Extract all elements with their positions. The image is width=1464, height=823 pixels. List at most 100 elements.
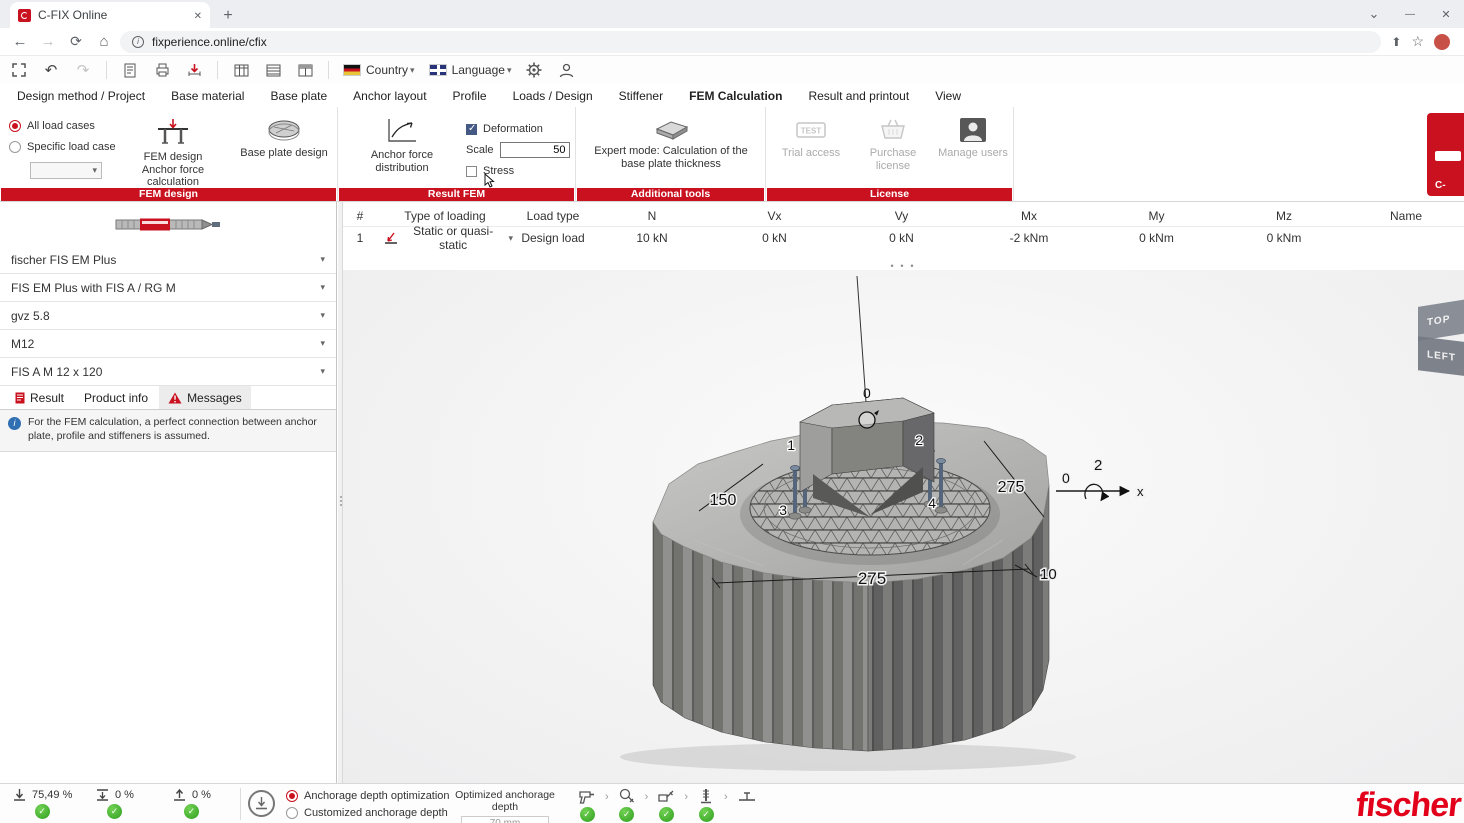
anchor-force-distribution-button[interactable]: Anchor force distribution: [344, 117, 460, 174]
reload-button[interactable]: [64, 30, 88, 54]
trial-access-button[interactable]: TEST Trial access: [774, 117, 848, 160]
manage-users-button[interactable]: Manage users: [938, 117, 1008, 160]
settings-gear-icon[interactable]: [525, 59, 543, 81]
select-size[interactable]: M12: [0, 330, 336, 358]
new-tab-button[interactable]: [216, 4, 240, 28]
share-icon[interactable]: [1391, 35, 1401, 49]
radio-icon[interactable]: [9, 120, 21, 132]
radio-icon[interactable]: [9, 141, 21, 153]
tab-stiffener[interactable]: Stiffener: [606, 84, 676, 107]
tab-fem-calculation[interactable]: FEM Calculation: [676, 84, 795, 107]
report-icon[interactable]: [121, 59, 139, 81]
deformation-checkbox[interactable]: Deformation: [466, 123, 570, 135]
ribbon-section-license: TEST Trial access Purchase license Manag…: [766, 107, 1014, 202]
tab-profile[interactable]: Profile: [440, 84, 500, 107]
select-product-family[interactable]: fischer FIS EM Plus: [0, 246, 336, 274]
cell-type: Static or quasi-static: [403, 224, 504, 252]
type-of-loading-select[interactable]: Static or quasi-static: [377, 224, 513, 252]
radio-icon[interactable]: [286, 790, 298, 802]
fullscreen-icon[interactable]: [10, 59, 28, 81]
select-product-variant[interactable]: FIS EM Plus with FIS A / RG M: [0, 274, 336, 302]
tab-result[interactable]: Result: [6, 386, 73, 409]
axis-two: 2: [1094, 457, 1102, 474]
step-cure: [737, 787, 757, 805]
message-text: For the FEM calculation, a perfect conne…: [28, 416, 324, 443]
checkbox-icon[interactable]: [466, 124, 477, 135]
close-window-icon[interactable]: [1428, 0, 1464, 28]
optimized-depth-label: Optimized anchorage depth: [446, 789, 564, 813]
home-button[interactable]: [92, 30, 116, 54]
dim-10: 10: [1040, 566, 1057, 583]
tab-anchor-layout[interactable]: Anchor layout: [340, 84, 439, 107]
3d-scene[interactable]: 0 1 2 3 4 150 275 275: [343, 270, 1464, 783]
browser-tab[interactable]: C-FIX Online: [10, 2, 210, 28]
check-ok-icon: [35, 804, 50, 819]
load-case-select[interactable]: [30, 162, 102, 179]
anchorage-optimization-radio[interactable]: Anchorage depth optimization: [286, 790, 450, 802]
select-material[interactable]: gvz 5.8: [0, 302, 336, 330]
back-button[interactable]: [8, 30, 32, 54]
col-load-type: Load type: [513, 209, 593, 223]
table-row[interactable]: 1 Static or quasi-static Design load 10 …: [343, 227, 1464, 249]
table-view-icon[interactable]: [232, 59, 250, 81]
utilization-value-3: 0 %: [192, 789, 211, 801]
language-selector[interactable]: Language: [429, 59, 512, 81]
tab-view[interactable]: View: [922, 84, 974, 107]
svg-text:4: 4: [928, 495, 936, 511]
tab-close-icon[interactable]: [194, 8, 202, 22]
cfix-logo-text: C-: [1435, 180, 1446, 191]
country-label: Country: [366, 63, 408, 77]
checkbox-icon[interactable]: [466, 166, 477, 177]
tab-result-printout[interactable]: Result and printout: [795, 84, 922, 107]
tab-product-info-label: Product info: [84, 391, 148, 405]
stress-checkbox[interactable]: Stress: [466, 165, 570, 177]
3d-viewport[interactable]: 0 1 2 3 4 150 275 275: [343, 270, 1464, 783]
forward-button[interactable]: [36, 30, 60, 54]
ribbon-section-additional-tools: Expert mode: Calculation of the base pla…: [576, 107, 766, 202]
tab-messages[interactable]: Messages: [159, 386, 251, 409]
step-inject: [657, 787, 675, 822]
redo-icon[interactable]: [74, 59, 92, 81]
site-info-icon[interactable]: [132, 36, 144, 48]
url-input[interactable]: fixperience.online/cfix: [120, 31, 1381, 53]
download-report-icon[interactable]: [185, 59, 203, 81]
optimized-depth-input[interactable]: [461, 816, 549, 823]
print-icon[interactable]: [153, 59, 171, 81]
tab-product-info[interactable]: Product info: [75, 386, 157, 409]
view-cube-top[interactable]: TOP: [1418, 297, 1464, 341]
list-view-icon[interactable]: [264, 59, 282, 81]
specific-load-case-radio[interactable]: Specific load case: [9, 141, 116, 153]
svg-text:1: 1: [787, 437, 795, 453]
col-type: Type of loading: [377, 209, 513, 223]
undo-icon[interactable]: [42, 59, 60, 81]
scale-input[interactable]: [500, 142, 570, 158]
customized-anchorage-radio[interactable]: Customized anchorage depth: [286, 807, 450, 819]
tab-loads-design[interactable]: Loads / Design: [500, 84, 606, 107]
expert-mode-button[interactable]: Expert mode: Calculation of the base pla…: [581, 117, 761, 170]
minimize-icon[interactable]: [1392, 0, 1428, 28]
radio-icon[interactable]: [286, 807, 298, 819]
tab-base-plate[interactable]: Base plate: [257, 84, 340, 107]
base-plate-design-button[interactable]: Base plate design: [234, 117, 334, 160]
bookmark-star-icon[interactable]: [1411, 33, 1424, 50]
all-load-cases-radio[interactable]: All load cases: [9, 120, 116, 132]
select-article[interactable]: FIS A M 12 x 120: [0, 358, 336, 386]
dim-150: 150: [710, 492, 737, 509]
step-drill-icon: [578, 787, 596, 805]
tab-base-material[interactable]: Base material: [158, 84, 257, 107]
tab-design-method[interactable]: Design method / Project: [4, 84, 158, 107]
table-viewport-splitter[interactable]: • • •: [343, 263, 1464, 269]
view-cube[interactable]: TOP LEFT: [1418, 302, 1464, 378]
view-cube-left[interactable]: LEFT: [1418, 336, 1464, 378]
purchase-license-button[interactable]: Purchase license: [854, 117, 932, 172]
chevron-down-icon: [320, 366, 325, 377]
ribbon-section-fem-design: All load cases Specific load case FEM de…: [0, 107, 338, 202]
profile-avatar[interactable]: [1434, 34, 1450, 50]
country-selector[interactable]: Country: [343, 59, 415, 81]
chevron-down-icon[interactable]: [1356, 0, 1392, 28]
cfix-brand-panel[interactable]: C-: [1427, 113, 1464, 196]
fem-design-button[interactable]: FEM design Anchor force calculation: [116, 117, 230, 189]
user-account-icon[interactable]: [557, 59, 575, 81]
columns-view-icon[interactable]: [296, 59, 314, 81]
plate-utilization-icon: [172, 788, 187, 802]
